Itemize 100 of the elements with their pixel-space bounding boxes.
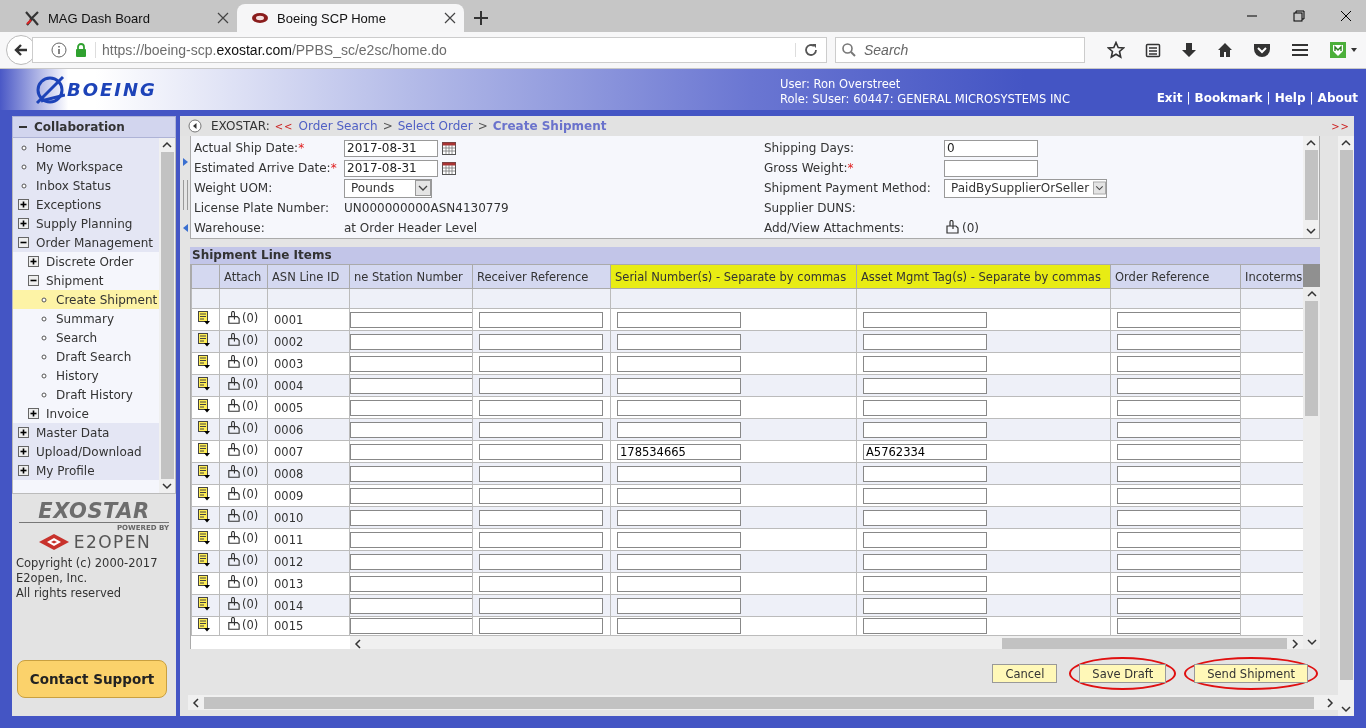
table-input[interactable]	[863, 333, 987, 350]
row-action-icon[interactable]	[198, 509, 210, 523]
table-input[interactable]	[1117, 377, 1240, 394]
breadcrumb-link[interactable]: Select Order	[397, 119, 473, 133]
scroll-down-icon[interactable]	[1306, 638, 1317, 646]
search-field[interactable]: Search	[835, 37, 1085, 63]
sidebar-item[interactable]: Exceptions	[13, 195, 159, 214]
collapse-icon[interactable]	[18, 237, 29, 248]
table-input[interactable]: 178534665	[617, 443, 741, 460]
table-input[interactable]	[479, 333, 603, 350]
expand-icon[interactable]	[18, 218, 29, 229]
row-action-icon[interactable]	[198, 553, 210, 567]
breadcrumb-link[interactable]: Order Search	[298, 119, 378, 133]
table-input[interactable]	[479, 355, 603, 372]
table-input[interactable]	[617, 509, 741, 526]
row-action-icon[interactable]	[198, 421, 210, 435]
table-input[interactable]	[479, 509, 603, 526]
table-input[interactable]	[863, 487, 987, 504]
row-action-icon[interactable]	[198, 377, 210, 391]
splitter-handle[interactable]	[182, 180, 188, 210]
table-input[interactable]	[1117, 399, 1240, 416]
scrollbar[interactable]	[159, 138, 175, 493]
date-field[interactable]: 2017-08-31	[344, 139, 438, 157]
sidebar-item[interactable]: Master Data	[13, 423, 159, 442]
header-link[interactable]: Bookmark	[1194, 91, 1263, 105]
contact-support-button[interactable]: Contact Support	[17, 660, 167, 698]
table-input[interactable]	[863, 355, 987, 372]
attachment-icon[interactable]	[226, 464, 241, 480]
attachment-icon[interactable]	[226, 574, 241, 590]
row-action-icon[interactable]	[198, 597, 210, 611]
attachment-icon[interactable]	[226, 332, 241, 348]
attachment-icon[interactable]	[226, 552, 241, 568]
back-circle-icon[interactable]	[188, 119, 202, 133]
expand-right-icon[interactable]	[182, 158, 188, 166]
table-input[interactable]	[479, 443, 603, 460]
sidebar-section-header[interactable]: Collaboration	[12, 116, 176, 138]
header-link[interactable]: About	[1317, 91, 1358, 105]
sidebar-item[interactable]: Shipment	[13, 271, 159, 290]
sidebar-item[interactable]: Inbox Status	[13, 176, 159, 195]
table-input[interactable]	[479, 399, 603, 416]
sidebar-item[interactable]: Order Management	[13, 233, 159, 252]
table-input[interactable]	[617, 575, 741, 592]
home-icon[interactable]	[1217, 42, 1233, 58]
attachment-icon[interactable]	[226, 508, 241, 524]
browser-tab[interactable]: Boeing SCP Home	[237, 4, 464, 32]
expand-icon[interactable]	[18, 199, 29, 210]
action-button[interactable]: Save Draft	[1079, 664, 1167, 683]
scroll-right-icon[interactable]	[1291, 638, 1299, 649]
attachment-icon[interactable]	[226, 617, 241, 632]
table-input[interactable]	[617, 399, 741, 416]
table-input[interactable]	[1117, 597, 1240, 614]
menu-icon[interactable]	[1291, 42, 1309, 58]
sidebar-item[interactable]: Summary	[13, 309, 159, 328]
sidebar-item[interactable]: Draft Search	[13, 347, 159, 366]
calendar-icon[interactable]	[442, 161, 456, 175]
sidebar-item[interactable]: Draft History	[13, 385, 159, 404]
table-input[interactable]	[479, 597, 603, 614]
browser-tab[interactable]: MAG Dash Board	[10, 4, 237, 32]
attachment-icon[interactable]	[226, 398, 241, 414]
scroll-down-icon[interactable]	[162, 482, 172, 490]
scrollbar[interactable]	[188, 695, 1338, 710]
table-input[interactable]	[479, 575, 603, 592]
table-input[interactable]	[479, 531, 603, 548]
close-icon[interactable]	[1340, 10, 1352, 22]
table-input[interactable]	[863, 553, 987, 570]
sidebar-item[interactable]: History	[13, 366, 159, 385]
table-input[interactable]	[479, 487, 603, 504]
expand-icon[interactable]	[28, 256, 39, 267]
table-input[interactable]	[863, 597, 987, 614]
header-link[interactable]: Help	[1274, 91, 1306, 105]
new-tab-icon[interactable]	[474, 11, 488, 25]
action-button[interactable]: Cancel	[992, 664, 1058, 683]
sidebar-item[interactable]: Discrete Order	[13, 252, 159, 271]
row-action-icon[interactable]	[198, 465, 210, 479]
table-input[interactable]	[479, 311, 603, 328]
scroll-left-icon[interactable]	[192, 697, 200, 708]
table-input[interactable]	[1117, 421, 1240, 438]
table-input[interactable]	[863, 531, 987, 548]
table-input[interactable]	[1117, 487, 1240, 504]
table-input[interactable]	[617, 487, 741, 504]
scroll-up-icon[interactable]	[162, 141, 172, 149]
table-input[interactable]	[617, 465, 741, 482]
reload-icon[interactable]	[795, 43, 818, 57]
table-input[interactable]	[1117, 553, 1240, 570]
list-icon[interactable]	[1145, 42, 1161, 58]
forward-link[interactable]: >>	[1331, 120, 1350, 132]
table-input[interactable]	[863, 465, 987, 482]
scroll-thumb[interactable]	[204, 696, 1314, 709]
row-action-icon[interactable]	[198, 355, 210, 369]
table-input[interactable]	[479, 618, 603, 634]
table-input[interactable]	[617, 553, 741, 570]
attachment-icon[interactable]	[226, 420, 241, 436]
collapse-left-icon[interactable]	[182, 224, 188, 232]
sidebar-item[interactable]: Invoice	[13, 404, 159, 423]
sidebar-item[interactable]: Search	[13, 328, 159, 347]
table-input[interactable]	[863, 311, 987, 328]
row-action-icon[interactable]	[198, 333, 210, 347]
table-input[interactable]	[617, 355, 741, 372]
scrollbar[interactable]	[1338, 136, 1354, 716]
table-input[interactable]	[479, 421, 603, 438]
